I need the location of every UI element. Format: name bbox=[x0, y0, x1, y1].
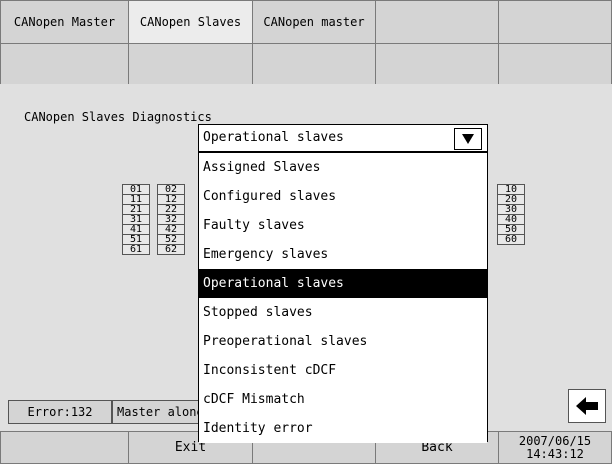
tab-canopen-master-2[interactable]: CANopen master bbox=[252, 0, 376, 44]
tab-empty-5[interactable] bbox=[498, 0, 612, 44]
dropdown-selected-value: Operational slaves bbox=[203, 130, 344, 145]
section-title: CANopen Slaves Diagnostics bbox=[24, 110, 212, 124]
dropdown-option-cdcf-mismatch[interactable]: cDCF Mismatch bbox=[199, 385, 487, 414]
dropdown-option-operational-slaves[interactable]: Operational slaves bbox=[199, 269, 487, 298]
dropdown-toggle-button[interactable] bbox=[454, 128, 482, 150]
dropdown-option-faulty-slaves[interactable]: Faulty slaves bbox=[199, 211, 487, 240]
slave-filter-dropdown[interactable]: Operational slaves bbox=[198, 124, 488, 152]
subbar-cell-3 bbox=[252, 43, 376, 85]
dropdown-option-inconsistent-cdcf[interactable]: Inconsistent cDCF bbox=[199, 356, 487, 385]
tab-canopen-master[interactable]: CANopen Master bbox=[0, 0, 129, 44]
triangle-down-icon bbox=[462, 134, 474, 144]
error-status: Error:132 bbox=[8, 400, 112, 424]
tab-canopen-slaves[interactable]: CANopen Slaves bbox=[128, 0, 253, 44]
subbar-cell-1 bbox=[0, 43, 129, 85]
dropdown-option-assigned-slaves[interactable]: Assigned Slaves bbox=[199, 153, 487, 182]
dropdown-option-stopped-slaves[interactable]: Stopped slaves bbox=[199, 298, 487, 327]
arrow-left-icon bbox=[576, 397, 598, 415]
subbar-cell-4 bbox=[375, 43, 499, 85]
dropdown-option-identity-error[interactable]: Identity error bbox=[199, 414, 487, 443]
dropdown-option-preoperational-slaves[interactable]: Preoperational slaves bbox=[199, 327, 487, 356]
bottom-cell-1 bbox=[0, 431, 129, 464]
datetime-display: 2007/06/15 14:43:12 bbox=[498, 431, 612, 464]
time-text: 14:43:12 bbox=[526, 446, 584, 461]
node-61[interactable]: 61 bbox=[122, 244, 150, 255]
node-60[interactable]: 60 bbox=[497, 234, 525, 245]
dropdown-list: Assigned Slaves Configured slaves Faulty… bbox=[198, 152, 488, 443]
subbar-cell-2 bbox=[128, 43, 253, 85]
dropdown-option-configured-slaves[interactable]: Configured slaves bbox=[199, 182, 487, 211]
node-62[interactable]: 62 bbox=[157, 244, 185, 255]
dropdown-option-emergency-slaves[interactable]: Emergency slaves bbox=[199, 240, 487, 269]
subbar-cell-5 bbox=[498, 43, 612, 85]
date-text: 2007/06/15 bbox=[518, 433, 592, 448]
tab-empty-4[interactable] bbox=[375, 0, 499, 44]
back-arrow-button[interactable] bbox=[568, 389, 606, 423]
